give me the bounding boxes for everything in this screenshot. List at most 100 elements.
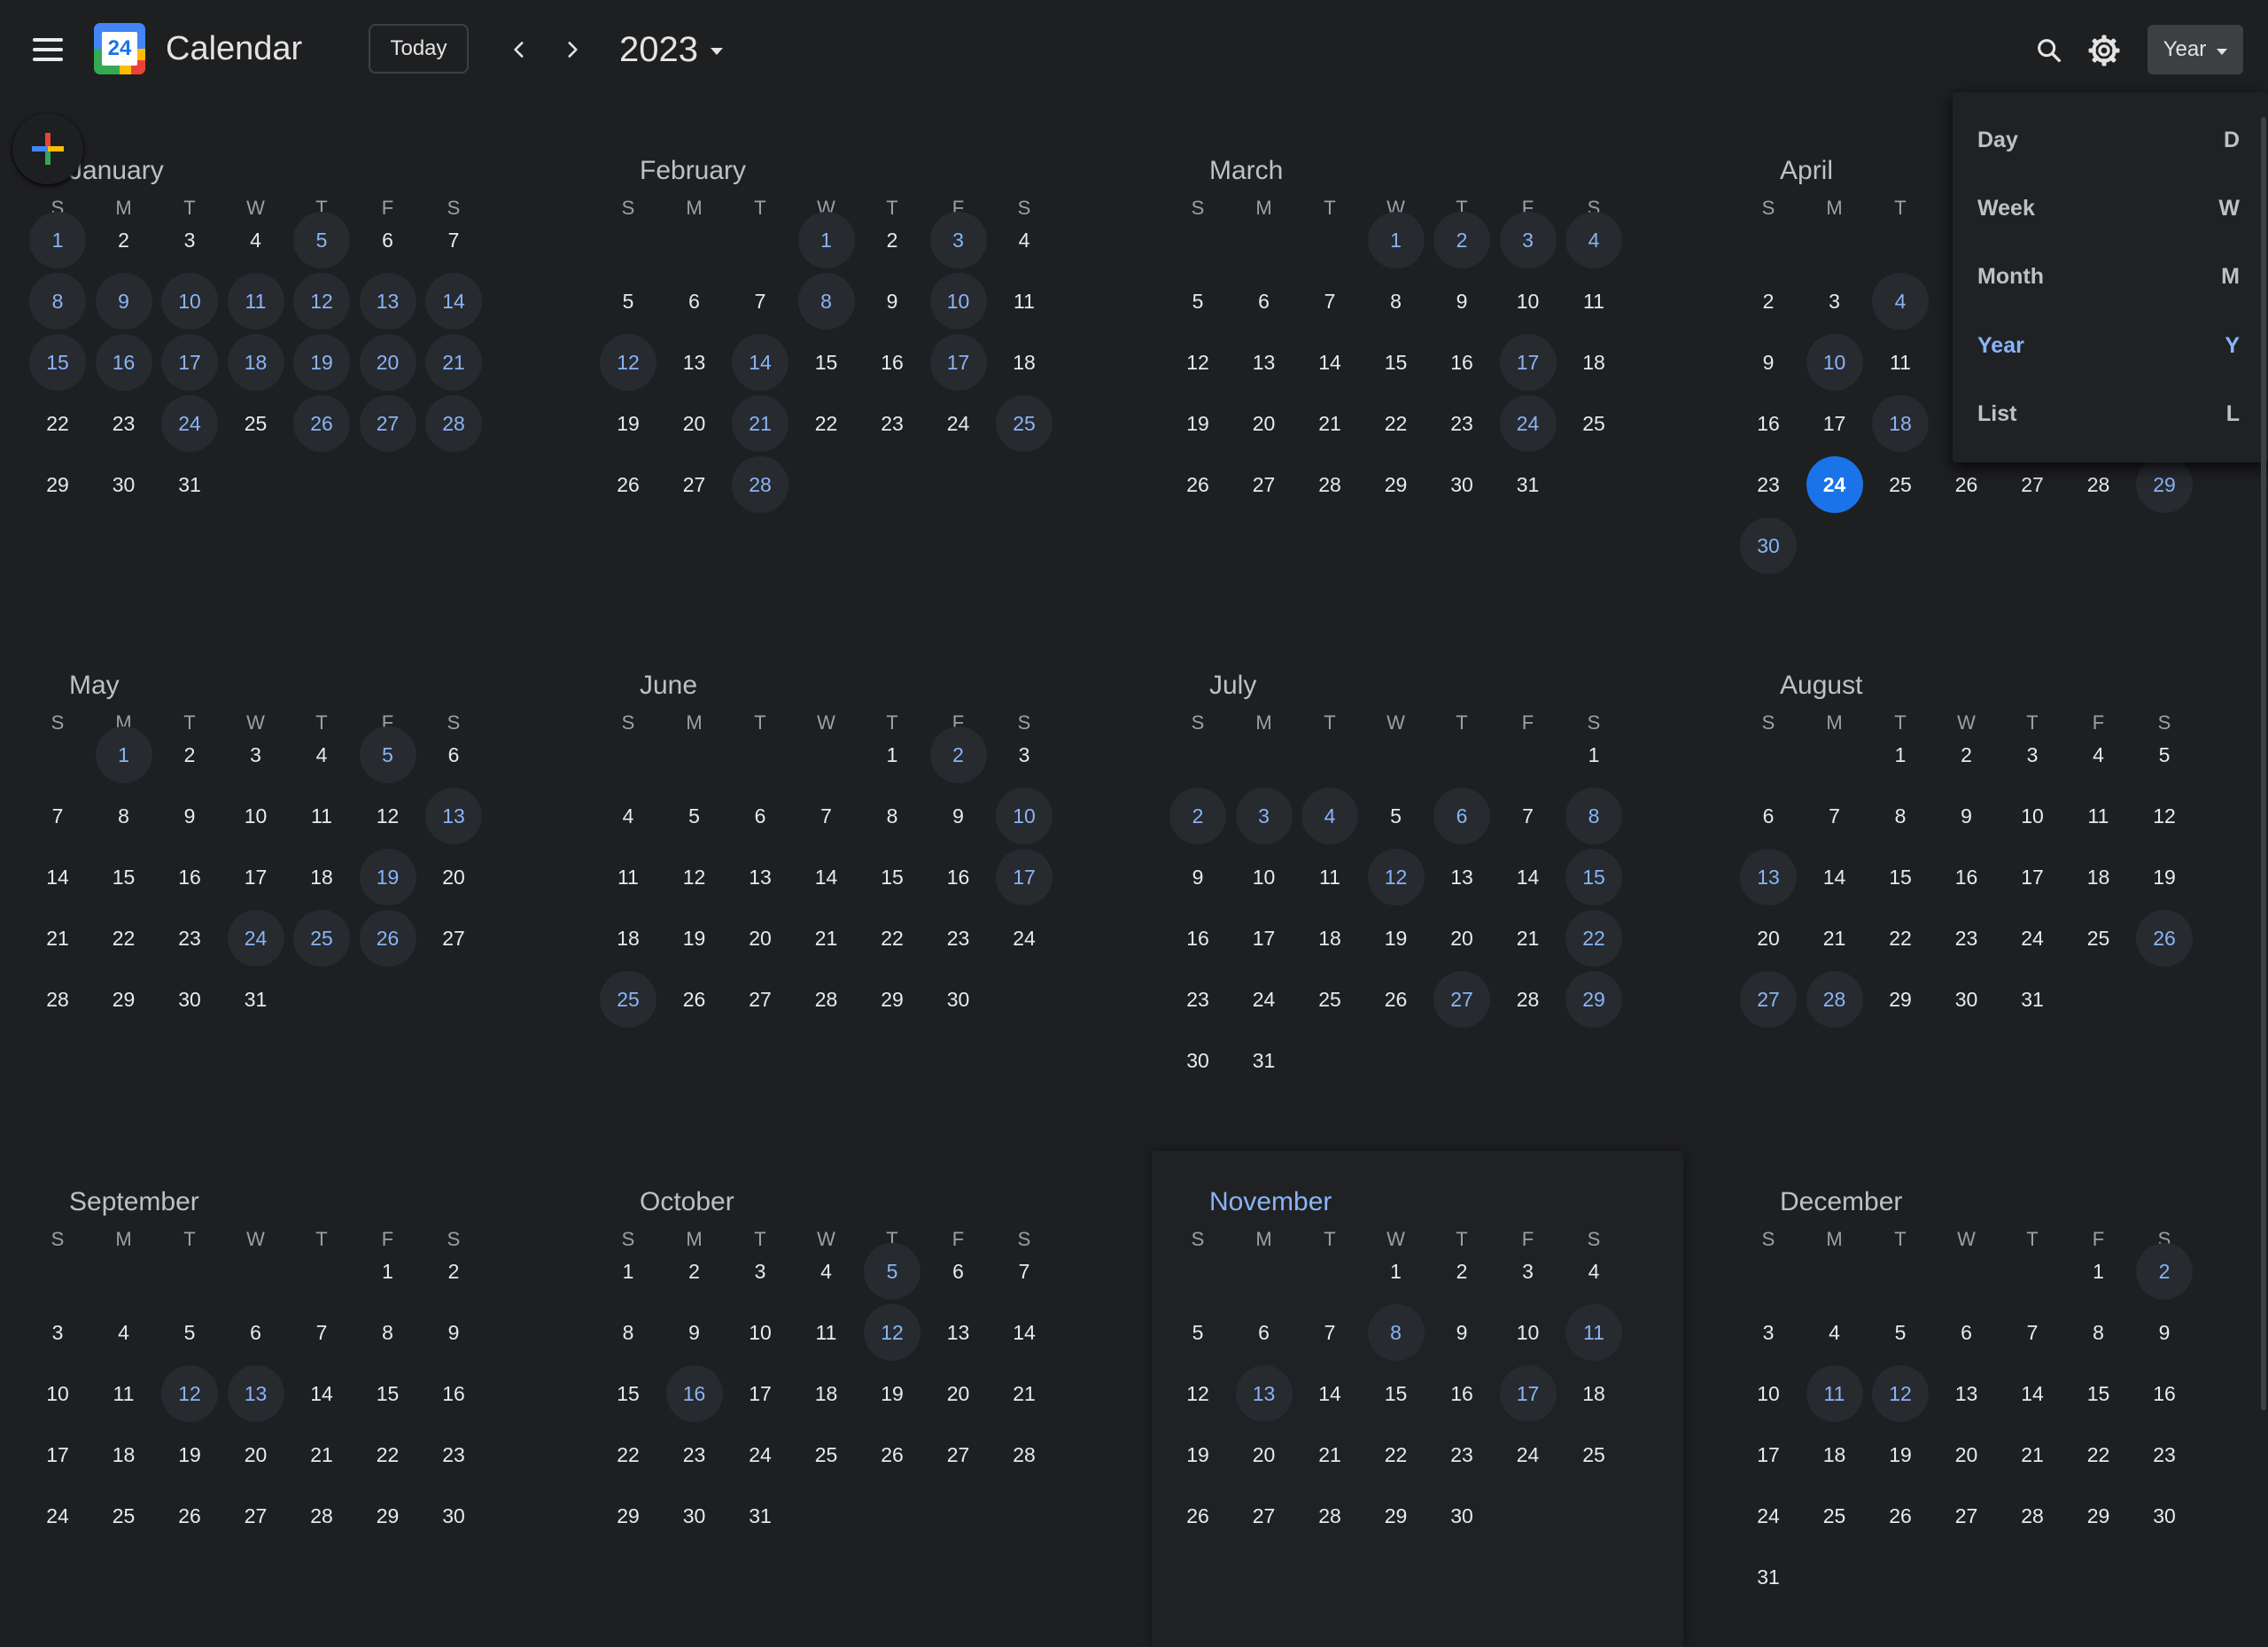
day-cell[interactable]: 21 — [732, 395, 788, 452]
day-cell[interactable]: 16 — [1169, 910, 1226, 967]
month-title[interactable]: January — [69, 155, 164, 187]
day-cell[interactable]: 2 — [1433, 212, 1490, 268]
day-cell[interactable]: 11 — [227, 273, 284, 330]
day-cell[interactable]: 29 — [1565, 971, 1622, 1028]
day-cell[interactable]: 5 — [1368, 788, 1425, 844]
day-cell[interactable]: 28 — [732, 456, 788, 513]
day-cell[interactable]: 8 — [360, 1304, 416, 1361]
day-cell[interactable]: 13 — [666, 334, 723, 391]
day-cell[interactable]: 11 — [1301, 849, 1358, 905]
day-cell[interactable]: 24 — [1236, 971, 1293, 1028]
day-cell[interactable]: 12 — [360, 788, 416, 844]
day-cell[interactable]: 21 — [798, 910, 855, 967]
day-cell[interactable]: 9 — [864, 273, 920, 330]
day-cell[interactable]: 4 — [96, 1304, 152, 1361]
day-cell[interactable]: 24 — [1500, 1426, 1557, 1483]
day-cell[interactable]: 14 — [996, 1304, 1052, 1361]
day-cell[interactable]: 24 — [29, 1488, 86, 1544]
day-cell[interactable]: 21 — [425, 334, 482, 391]
day-cell[interactable]: 4 — [1565, 1243, 1622, 1300]
menu-item-month[interactable]: Month M — [1953, 243, 2268, 310]
day-cell[interactable]: 4 — [1301, 788, 1358, 844]
day-cell[interactable]: 15 — [1872, 849, 1929, 905]
day-cell[interactable]: 1 — [360, 1243, 416, 1300]
day-cell[interactable]: 2 — [425, 1243, 482, 1300]
year-picker[interactable]: 2023 — [619, 25, 723, 74]
day-cell[interactable]: 6 — [1938, 1304, 1995, 1361]
day-cell[interactable]: 22 — [1565, 910, 1622, 967]
day-cell[interactable]: 4 — [1806, 1304, 1863, 1361]
day-cell[interactable]: 23 — [864, 395, 920, 452]
month-title[interactable]: August — [1780, 670, 1862, 702]
day-cell[interactable]: 12 — [2136, 788, 2193, 844]
day-cell[interactable]: 19 — [1872, 1426, 1929, 1483]
day-cell[interactable]: 28 — [293, 1488, 350, 1544]
day-cell[interactable]: 8 — [1367, 1304, 1425, 1361]
day-cell[interactable]: 13 — [930, 1304, 987, 1361]
day-cell[interactable]: 12 — [600, 334, 656, 391]
day-cell[interactable]: 6 — [1236, 273, 1293, 330]
main-menu-button[interactable] — [23, 27, 73, 73]
day-cell[interactable]: 26 — [666, 971, 723, 1028]
day-cell[interactable]: 31 — [1236, 1032, 1293, 1089]
day-cell[interactable]: 15 — [2070, 1365, 2127, 1422]
day-cell[interactable]: 10 — [161, 273, 218, 330]
day-cell[interactable]: 23 — [930, 910, 987, 967]
day-cell[interactable]: 28 — [996, 1426, 1052, 1483]
day-cell[interactable]: 28 — [798, 971, 855, 1028]
day-cell[interactable]: 11 — [293, 788, 350, 844]
day-cell[interactable]: 17 — [1499, 1365, 1557, 1422]
day-cell[interactable]: 7 — [1806, 788, 1863, 844]
day-cell[interactable]: 14 — [29, 849, 86, 905]
day-cell[interactable]: 6 — [360, 212, 416, 268]
month-title[interactable]: May — [69, 670, 120, 702]
day-cell[interactable]: 16 — [1740, 395, 1797, 452]
day-cell[interactable]: 4 — [228, 212, 284, 268]
day-cell[interactable]: 22 — [1872, 910, 1929, 967]
day-cell[interactable]: 11 — [798, 1304, 855, 1361]
day-cell[interactable]: 11 — [96, 1365, 152, 1422]
day-cell[interactable]: 5 — [666, 788, 723, 844]
day-cell[interactable]: 17 — [2004, 849, 2061, 905]
day-cell[interactable]: 27 — [1236, 1488, 1293, 1544]
day-cell[interactable]: 10 — [996, 788, 1052, 844]
day-cell[interactable]: 30 — [1433, 456, 1490, 513]
day-cell[interactable]: 5 — [600, 273, 656, 330]
day-cell[interactable]: 3 — [29, 1304, 86, 1361]
day-cell[interactable]: 26 — [293, 395, 350, 452]
day-cell[interactable]: 17 — [732, 1365, 788, 1422]
day-cell[interactable]: 28 — [425, 395, 482, 452]
day-cell[interactable]: 23 — [425, 1426, 482, 1483]
day-cell[interactable]: 2 — [1740, 273, 1797, 330]
day-cell[interactable]: 18 — [1806, 1426, 1863, 1483]
day-cell[interactable]: 29 — [1872, 971, 1929, 1028]
search-button[interactable] — [2029, 30, 2070, 71]
day-cell[interactable]: 20 — [359, 334, 416, 391]
day-cell[interactable]: 21 — [1806, 910, 1863, 967]
day-cell[interactable]: 1 — [864, 726, 920, 783]
day-cell[interactable]: 15 — [600, 1365, 656, 1422]
day-cell[interactable]: 10 — [1740, 1365, 1797, 1422]
day-cell[interactable]: 8 — [797, 273, 855, 330]
day-cell[interactable]: 16 — [1433, 334, 1490, 391]
day-cell[interactable]: 6 — [930, 1243, 987, 1300]
day-cell[interactable]: 25 — [996, 395, 1052, 452]
day-cell[interactable]: 12 — [666, 849, 723, 905]
month-title[interactable]: February — [640, 155, 746, 187]
day-cell[interactable]: 15 — [1368, 1365, 1425, 1422]
day-cell[interactable]: 20 — [930, 1365, 987, 1422]
day-cell[interactable]: 25 — [293, 910, 350, 967]
day-cell[interactable]: 2 — [2136, 1243, 2193, 1300]
day-cell[interactable]: 18 — [996, 334, 1052, 391]
day-cell[interactable]: 7 — [293, 1304, 350, 1361]
day-cell[interactable]: 21 — [2004, 1426, 2061, 1483]
day-cell[interactable]: 3 — [228, 726, 284, 783]
day-cell[interactable]: 3 — [929, 212, 987, 268]
day-cell[interactable]: 2 — [96, 212, 152, 268]
menu-item-list[interactable]: List L — [1953, 380, 2268, 447]
day-cell[interactable]: 18 — [1301, 910, 1358, 967]
day-cell[interactable]: 31 — [1740, 1549, 1797, 1605]
month-title[interactable]: June — [640, 670, 697, 702]
day-cell[interactable]: 10 — [1500, 1304, 1557, 1361]
day-cell[interactable]: 3 — [1500, 1243, 1557, 1300]
